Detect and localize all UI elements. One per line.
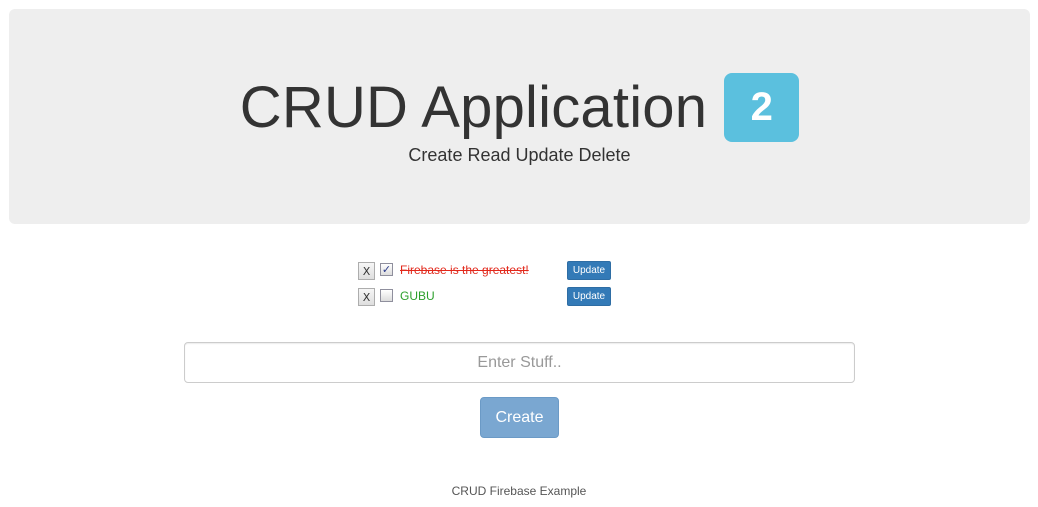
create-button[interactable]: Create	[480, 397, 559, 438]
title-row: CRUD Application 2	[9, 73, 1030, 142]
footer-text: CRUD Firebase Example	[451, 484, 587, 498]
page-title: CRUD Application	[239, 74, 708, 140]
new-item-input[interactable]	[184, 342, 855, 383]
list-item: X GUBU Update	[358, 287, 618, 313]
todo-text: Firebase is the greatest!	[400, 263, 529, 277]
delete-button[interactable]: X	[358, 288, 375, 306]
list-item: X ✓ Firebase is the greatest! Update	[358, 261, 618, 287]
completed-checkbox[interactable]	[380, 289, 393, 302]
todo-text: GUBU	[400, 289, 435, 303]
completed-checkbox[interactable]: ✓	[380, 263, 393, 276]
todo-list: X ✓ Firebase is the greatest! Update X G…	[358, 261, 618, 313]
delete-button[interactable]: X	[358, 262, 375, 280]
item-count-badge: 2	[724, 73, 800, 142]
page-subtitle: Create Read Update Delete	[408, 145, 631, 165]
update-button[interactable]: Update	[567, 287, 611, 306]
update-button[interactable]: Update	[567, 261, 611, 280]
jumbotron-header: CRUD Application 2 Create Read Update De…	[9, 9, 1030, 224]
